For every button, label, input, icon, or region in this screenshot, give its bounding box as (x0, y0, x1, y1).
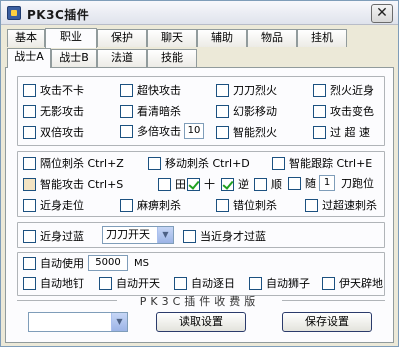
option-see-assassin[interactable]: 看清暗杀 (120, 103, 181, 119)
blade-run-label: 刀跑位 (341, 177, 374, 190)
option-near-blue[interactable]: 近身过蓝 (23, 228, 84, 244)
option-multi-attack[interactable]: 多倍攻击 10 (120, 123, 204, 139)
checkbox[interactable] (23, 156, 36, 170)
random-count-input[interactable]: 1 (319, 175, 335, 191)
checkbox[interactable] (272, 156, 285, 170)
plugin-window: PK3C插件 ✕ 基本 职业 保护 聊天 辅助 物品 挂机 战士A 战士B 法道… (0, 0, 399, 347)
checkbox[interactable] (216, 83, 229, 97)
option-fire-close[interactable]: 烈火近身 (313, 82, 374, 98)
option-double-attack[interactable]: 双倍攻击 (23, 124, 84, 140)
checkbox[interactable] (23, 256, 36, 270)
option-near-only-blue[interactable]: 当近身才过蓝 (183, 228, 266, 244)
checkbox[interactable] (120, 83, 133, 97)
checkbox[interactable] (216, 198, 229, 212)
settings-panel: 攻击不卡 超快攻击 刀刀烈火 烈火近身 无影攻击 看清暗杀 幻影移动 攻击变色 … (5, 67, 394, 343)
checkbox[interactable] (23, 276, 36, 290)
checkbox[interactable] (120, 124, 133, 138)
checkbox[interactable] (249, 276, 262, 290)
chevron-down-icon[interactable]: ▼ (111, 313, 127, 331)
option-auto-lion[interactable]: 自动狮子 (249, 275, 310, 291)
save-settings-button[interactable]: 保存设置 (282, 312, 372, 332)
ms-unit-label: MS (134, 257, 149, 269)
checkbox[interactable] (148, 156, 161, 170)
checkbox[interactable] (322, 276, 335, 290)
checkbox-checked[interactable] (221, 177, 234, 191)
tab-basic[interactable]: 基本 (7, 29, 45, 47)
option-yitian-pidi[interactable]: 伊天辟地 (322, 275, 383, 291)
checkbox[interactable] (23, 125, 36, 139)
tab-protect[interactable]: 保护 (97, 29, 147, 47)
checkbox[interactable] (23, 104, 36, 118)
option-phantom-move[interactable]: 幻影移动 (216, 103, 277, 119)
checkbox[interactable] (23, 229, 36, 243)
option-super-fast-attack[interactable]: 超快攻击 (120, 82, 181, 98)
tab-profession[interactable]: 职业 (45, 28, 97, 48)
option-smart-fire[interactable]: 智能烈火 (216, 124, 277, 140)
tab-items[interactable]: 物品 (247, 29, 297, 47)
option-attack-no-lag[interactable]: 攻击不卡 (23, 82, 84, 98)
option-over-speed[interactable]: 过 超 速 (313, 124, 370, 140)
blue-skill-select[interactable]: 刀刀开天 ▼ (102, 226, 174, 244)
checkbox[interactable] (288, 176, 301, 190)
checkbox[interactable] (216, 125, 229, 139)
option-misplace-kill[interactable]: 错位刺杀 (216, 197, 277, 213)
checkbox[interactable] (120, 104, 133, 118)
tab-warrior-a[interactable]: 战士A (7, 48, 51, 68)
option-auto-kaitian[interactable]: 自动开天 (99, 275, 160, 291)
option-paralyze-kill[interactable]: 麻痹刺杀 (120, 197, 181, 213)
option-dir-shi[interactable]: 十 (187, 176, 215, 192)
tab-chat[interactable]: 聊天 (147, 29, 197, 47)
tab-idle[interactable]: 挂机 (297, 29, 347, 47)
multi-attack-count-input[interactable]: 10 (184, 123, 204, 139)
checkbox[interactable] (254, 177, 267, 191)
window-title: PK3C插件 (27, 8, 90, 22)
option-dir-tian[interactable]: 田 (158, 176, 186, 192)
config-select[interactable]: ▼ (28, 312, 128, 332)
tab-skills[interactable]: 技能 (147, 49, 197, 67)
option-shadowless-attack[interactable]: 无影攻击 (23, 103, 84, 119)
option-random[interactable]: 随 1 刀跑位 (288, 175, 374, 191)
close-button[interactable]: ✕ (371, 4, 393, 23)
checkbox-checked[interactable] (187, 177, 200, 191)
option-near-move[interactable]: 近身走位 (23, 197, 84, 213)
option-smart-attack[interactable]: 智能攻击 Ctrl+S (23, 176, 123, 192)
footer-title: PK3C插件收费版 (139, 295, 260, 308)
option-auto-spike[interactable]: 自动地钉 (23, 275, 84, 291)
chevron-down-icon[interactable]: ▼ (157, 227, 173, 243)
option-smart-follow[interactable]: 智能跟踪 Ctrl+E (272, 155, 372, 171)
checkbox[interactable] (216, 104, 229, 118)
read-settings-button[interactable]: 读取设置 (156, 312, 246, 332)
checkbox[interactable] (174, 276, 187, 290)
option-dir-shun[interactable]: 顺 (254, 176, 282, 192)
checkbox[interactable] (183, 229, 196, 243)
checkbox[interactable] (158, 177, 171, 191)
checkbox[interactable] (313, 125, 326, 139)
option-move-kill[interactable]: 移动刺杀 Ctrl+D (148, 155, 250, 171)
checkbox[interactable] (305, 198, 318, 212)
option-gap-kill[interactable]: 隔位刺杀 Ctrl+Z (23, 155, 124, 171)
tab-assist[interactable]: 辅助 (197, 29, 247, 47)
checkbox[interactable] (23, 83, 36, 97)
tab-warrior-b[interactable]: 战士B (51, 49, 97, 67)
checkbox[interactable] (120, 198, 133, 212)
checkbox[interactable] (99, 276, 112, 290)
option-auto-zhuri[interactable]: 自动逐日 (174, 275, 235, 291)
option-every-blade-fire[interactable]: 刀刀烈火 (216, 82, 277, 98)
checkbox[interactable] (23, 198, 36, 212)
checkbox[interactable] (313, 83, 326, 97)
checkbox[interactable] (23, 177, 36, 191)
option-attack-color[interactable]: 攻击变色 (313, 103, 374, 119)
tab-mage-taoist[interactable]: 法道 (97, 49, 147, 67)
checkbox[interactable] (313, 104, 326, 118)
option-dir-ni[interactable]: 逆 (221, 176, 249, 192)
option-auto-use[interactable]: 自动使用 5000 MS (23, 255, 149, 271)
app-icon (7, 6, 21, 20)
auto-use-interval-input[interactable]: 5000 (88, 255, 128, 271)
option-super-speed-kill[interactable]: 过超速刺杀 (305, 197, 377, 213)
title-bar[interactable]: PK3C插件 ✕ (1, 1, 398, 25)
